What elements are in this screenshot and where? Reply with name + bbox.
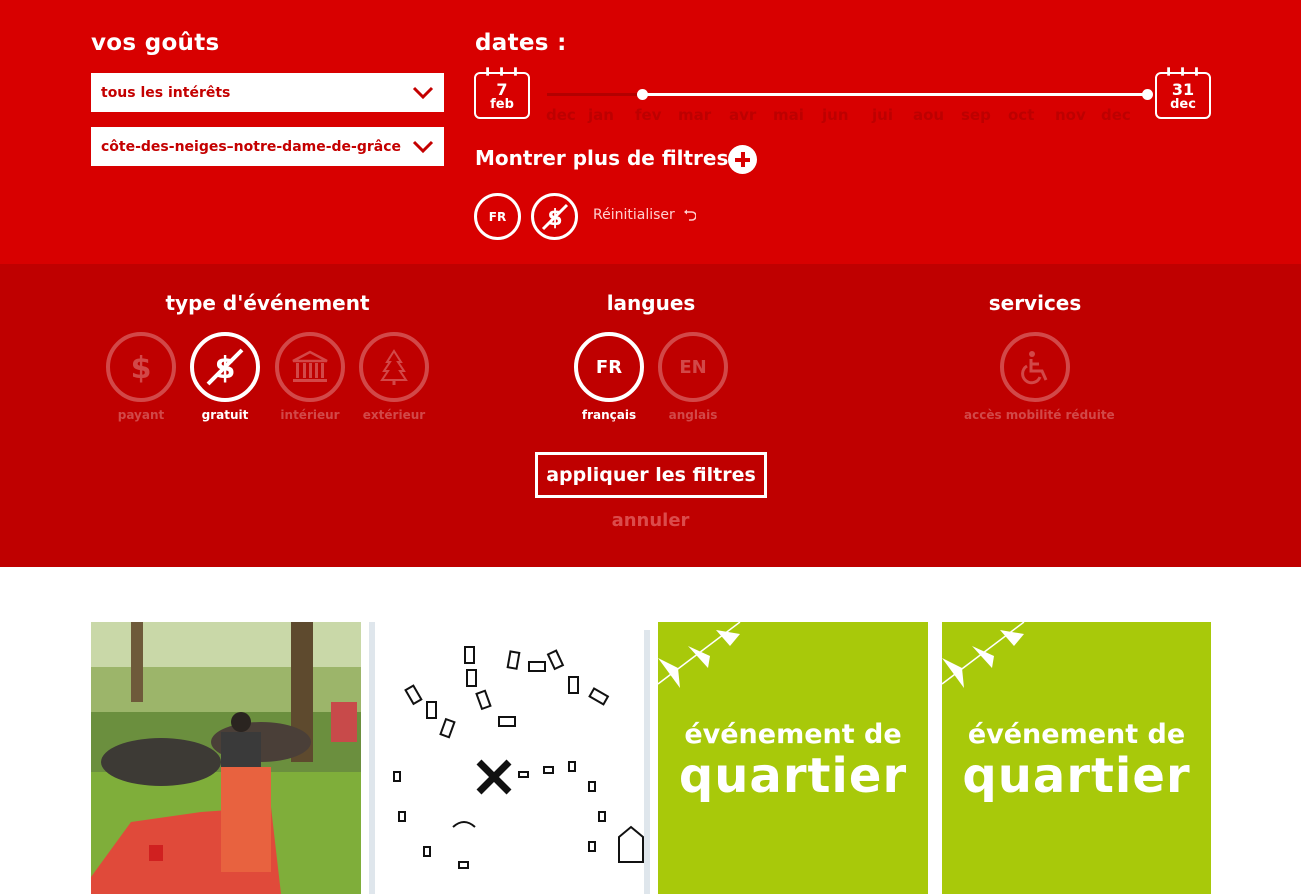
services-title: services	[988, 291, 1082, 315]
active-filter-chip-language[interactable]: FR	[474, 193, 521, 240]
active-filter-chip-free[interactable]: $	[531, 193, 578, 240]
month-label: sep	[961, 106, 991, 124]
language-code-en: EN	[658, 332, 728, 402]
month-label: mai	[773, 106, 804, 124]
filter-option-free[interactable]: $ gratuit	[183, 332, 267, 422]
cancel-link[interactable]: annuler	[0, 510, 1301, 531]
calendar-rings-icon	[1167, 67, 1198, 76]
month-label: nov	[1055, 106, 1086, 124]
chevron-down-icon	[412, 140, 434, 153]
event-drawing-image	[369, 622, 650, 894]
month-labels: dec jan fev mar avr mai jun jui aou sep …	[546, 106, 1136, 124]
card-title-line1: événement de	[684, 719, 902, 750]
filter-option-reduced-mobility[interactable]: accès mobilité réduite	[964, 332, 1115, 422]
event-type-title: type d'événement	[165, 291, 370, 315]
card-title-line1: événement de	[967, 719, 1186, 750]
event-card-photo[interactable]	[91, 622, 361, 894]
end-date-calendar[interactable]: 31 dec	[1155, 67, 1211, 119]
month-label: dec	[1101, 106, 1131, 124]
month-label: avr	[729, 106, 757, 124]
month-label: oct	[1008, 106, 1035, 124]
interests-select[interactable]: tous les intérêts	[91, 73, 444, 112]
calendar-rings-icon	[486, 67, 517, 76]
filter-header: vos goûts tous les intérêts côte-des-nei…	[0, 0, 1301, 264]
dates-title: dates :	[475, 30, 567, 56]
language-code-fr: FR	[574, 332, 644, 402]
wheelchair-icon	[1021, 351, 1048, 385]
card-title-line2: quartier	[678, 748, 908, 804]
filter-option-paid[interactable]: $ payant	[99, 332, 183, 422]
tree-icon	[380, 349, 408, 385]
district-select[interactable]: côte-des-neiges–notre-dame-de-grâce	[91, 127, 444, 166]
start-date-calendar[interactable]: 7 feb	[474, 67, 530, 119]
event-card-neighbourhood[interactable]: événement de quartier	[658, 622, 928, 894]
prefs-title: vos goûts	[91, 30, 220, 56]
date-range-end-handle[interactable]	[1142, 89, 1153, 100]
reset-label: Réinitialiser	[593, 207, 675, 223]
card-title-line2: quartier	[962, 748, 1191, 804]
month-label: dec	[546, 106, 576, 124]
month-label: mar	[678, 106, 712, 124]
no-dollar-icon: $	[206, 348, 244, 386]
building-icon	[292, 350, 328, 382]
no-dollar-icon: $	[541, 203, 568, 231]
interests-select-value: tous les intérêts	[101, 84, 231, 101]
event-card-drawing[interactable]	[369, 622, 650, 894]
month-label: jui	[872, 106, 893, 124]
more-filters-link[interactable]: Montrer plus de filtres	[475, 146, 728, 170]
start-month: feb	[490, 97, 514, 112]
end-month: dec	[1170, 97, 1196, 112]
district-select-value: côte-des-neiges–notre-dame-de-grâce	[101, 138, 402, 155]
month-label: aou	[913, 106, 945, 124]
filter-option-indoor[interactable]: intérieur	[268, 332, 352, 422]
dollar-icon: $	[131, 351, 152, 386]
apply-filters-button[interactable]: appliquer les filtres	[535, 452, 767, 498]
filter-option-outdoor[interactable]: extérieur	[352, 332, 436, 422]
end-day: 31	[1171, 80, 1195, 99]
month-label: fev	[635, 106, 662, 124]
month-label: jun	[822, 106, 849, 124]
languages-title: langues	[606, 291, 696, 315]
filter-option-english[interactable]: EN anglais	[651, 332, 735, 422]
event-photo-image	[91, 622, 361, 894]
filter-option-french[interactable]: FR français	[567, 332, 651, 422]
date-range-fill	[643, 93, 1148, 96]
svg-text:$: $	[131, 351, 152, 386]
plus-icon[interactable]	[728, 145, 757, 174]
month-label: jan	[588, 106, 614, 124]
event-card-neighbourhood[interactable]: événement de quartier	[942, 622, 1211, 894]
start-day: 7	[496, 80, 508, 99]
chevron-down-icon	[412, 86, 434, 99]
bunting-icon	[658, 622, 741, 688]
undo-icon	[683, 209, 696, 221]
bunting-icon	[942, 622, 1025, 688]
date-range-start-handle[interactable]	[637, 89, 648, 100]
reset-button[interactable]: Réinitialiser	[593, 207, 696, 223]
